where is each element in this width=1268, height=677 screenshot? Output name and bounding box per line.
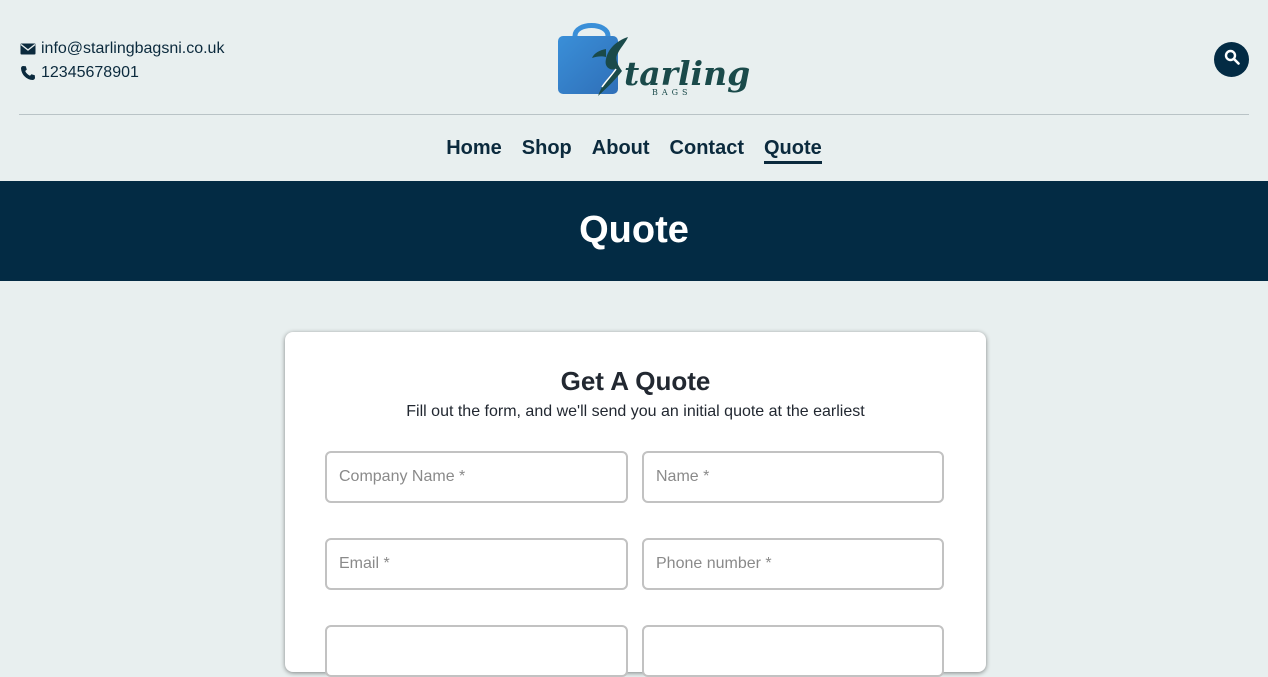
phone-contact[interactable]: 12345678901 xyxy=(20,61,224,85)
nav-shop[interactable]: Shop xyxy=(522,136,572,161)
nav-home[interactable]: Home xyxy=(446,136,502,161)
top-bar: info@starlingbagsni.co.uk 12345678901 ta… xyxy=(19,0,1249,115)
nav-about[interactable]: About xyxy=(592,136,650,161)
phone-text[interactable]: 12345678901 xyxy=(41,61,139,85)
form-title: Get A Quote xyxy=(560,366,711,396)
svg-text:BAGS: BAGS xyxy=(652,88,692,97)
page-title: Quote xyxy=(579,208,689,251)
quote-form-card: Get A Quote Fill out the form, and we'll… xyxy=(285,332,986,677)
phone-icon xyxy=(20,65,36,81)
phone-input[interactable] xyxy=(642,538,944,590)
search-button[interactable] xyxy=(1214,42,1249,77)
nav-quote[interactable]: Quote xyxy=(764,136,822,164)
logo-wordmark: tarling BAGS xyxy=(624,54,750,97)
contact-info: info@starlingbagsni.co.uk 12345678901 xyxy=(20,37,224,85)
form-subtitle: Fill out the form, and we'll send you an… xyxy=(406,403,865,420)
site-header: info@starlingbagsni.co.uk 12345678901 ta… xyxy=(0,0,1268,181)
page-banner: Quote xyxy=(0,181,1268,281)
email-contact[interactable]: info@starlingbagsni.co.uk xyxy=(20,37,224,61)
form-field-5[interactable] xyxy=(325,625,628,677)
company-name-input[interactable] xyxy=(325,451,628,503)
email-input[interactable] xyxy=(325,538,628,590)
search-icon xyxy=(1224,49,1240,70)
form-field-6[interactable] xyxy=(642,625,944,677)
main-nav: Home Shop About Contact Quote xyxy=(0,115,1268,181)
name-input[interactable] xyxy=(642,451,944,503)
envelope-icon xyxy=(20,41,36,57)
email-text[interactable]: info@starlingbagsni.co.uk xyxy=(41,37,224,61)
nav-contact[interactable]: Contact xyxy=(670,136,744,161)
starling-logo[interactable]: tarling BAGS xyxy=(556,19,756,101)
